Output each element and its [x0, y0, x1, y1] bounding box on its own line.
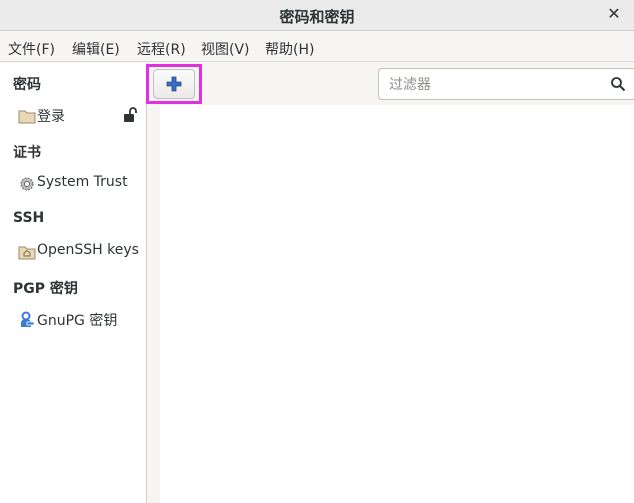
content-area — [160, 105, 634, 503]
sidebar: 密码 登录 证书 System Trust SSH OpenSSH keys P… — [0, 63, 147, 503]
sidebar-item-label: OpenSSH keys — [37, 242, 139, 258]
sidebar-item-gnupg[interactable]: GnuPG 密钥 — [0, 307, 146, 333]
sidebar-item-label: 登录 — [37, 109, 65, 125]
title-bar: 密码和密钥 ✕ — [0, 0, 634, 31]
folder-icon — [18, 110, 36, 124]
sidebar-item-label: System Trust — [37, 174, 128, 190]
unlocked-lock-icon[interactable] — [122, 106, 138, 124]
section-header-pgp: PGP 密钥 — [13, 281, 78, 297]
window-title: 密码和密钥 — [279, 8, 355, 26]
menu-help[interactable]: 帮助(H) — [265, 39, 314, 59]
sidebar-item-openssh-keys[interactable]: OpenSSH keys — [0, 239, 146, 265]
filter-field[interactable] — [378, 68, 634, 100]
home-folder-icon — [18, 246, 36, 260]
menu-bar: 文件(F) 编辑(E) 远程(R) 视图(V) 帮助(H) — [0, 32, 634, 62]
section-header-ssh: SSH — [13, 210, 45, 226]
filter-input[interactable] — [387, 74, 601, 96]
menu-remote[interactable]: 远程(R) — [137, 39, 186, 59]
sidebar-item-system-trust[interactable]: System Trust — [0, 171, 146, 197]
section-header-certificates: 证书 — [13, 145, 41, 161]
search-icon[interactable] — [610, 76, 626, 92]
sidebar-item-login[interactable]: 登录 — [0, 103, 146, 129]
sidebar-item-label: GnuPG 密钥 — [37, 313, 118, 329]
menu-file[interactable]: 文件(F) — [8, 39, 55, 59]
plus-icon — [166, 76, 182, 92]
add-button[interactable] — [153, 69, 195, 99]
menu-view[interactable]: 视图(V) — [201, 39, 250, 59]
gear-icon — [20, 177, 34, 191]
section-header-passwords: 密码 — [13, 77, 41, 93]
person-key-icon — [21, 311, 35, 327]
menu-edit[interactable]: 编辑(E) — [72, 39, 120, 59]
close-icon[interactable]: ✕ — [604, 4, 624, 24]
